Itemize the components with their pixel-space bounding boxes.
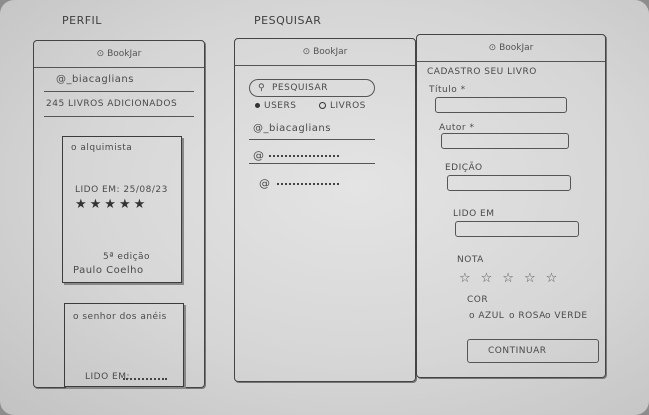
read-date-field[interactable] [455, 221, 579, 237]
app-header: ⊙ BookJar [34, 41, 204, 68]
jar-icon: ⊙ [302, 47, 314, 57]
continue-button[interactable]: CONTINUAR [467, 339, 599, 363]
filter-users[interactable]: USERS [255, 101, 296, 111]
rating-stars-input[interactable]: ☆☆☆☆☆ [459, 271, 567, 286]
rating-stars: ★★★★★ [75, 197, 149, 212]
register-screen: ⊙ BookJar CADASTRO SEU LIVRO Título * Au… [416, 34, 606, 378]
edition-field[interactable] [447, 175, 571, 191]
author-label: Autor * [439, 123, 475, 133]
jar-icon: ⊙ [96, 49, 108, 59]
book-card[interactable]: o senhor dos anéis LIDO EM: [64, 303, 184, 387]
divider [44, 116, 194, 117]
color-option-verde[interactable]: o VERDE [545, 311, 588, 321]
brand-logo: ⊙ BookJar [302, 47, 348, 57]
search-result-item[interactable]: @_biacaglians [253, 123, 331, 134]
book-author: Paulo Coelho [73, 265, 144, 276]
profile-screen: ⊙ BookJar @_biacaglians 245 LIVROS ADICI… [33, 40, 205, 388]
divider [249, 139, 375, 140]
book-title: o alquimista [71, 143, 133, 153]
book-card[interactable]: o alquimista LIDO EM: 25/08/23 ★★★★★ 5ª … [62, 136, 182, 283]
rating-label: NOTA [457, 255, 484, 265]
search-placeholder: PESQUISAR [272, 83, 328, 93]
search-input[interactable]: ⚲ PESQUISAR [249, 79, 375, 97]
brand-logo: ⊙ BookJar [96, 49, 142, 59]
color-label: COR [467, 295, 489, 305]
search-result-item[interactable]: @ [259, 177, 271, 190]
title-field[interactable] [435, 97, 567, 113]
app-header: ⊙ BookJar [235, 39, 415, 66]
author-field[interactable] [441, 133, 569, 149]
book-title: o senhor dos anéis [73, 312, 167, 322]
filter-books[interactable]: LIVROS [319, 101, 366, 111]
result-scribble [277, 177, 339, 185]
brand-logo: ⊙ BookJar [488, 43, 534, 53]
books-count: 245 LIVROS ADICIONADOS [46, 99, 178, 109]
result-scribble [269, 149, 339, 157]
sketch-paper: PERFIL PESQUISAR ⊙ BookJar @_biacaglians… [0, 0, 649, 415]
app-header: ⊙ BookJar [417, 35, 605, 62]
radio-selected-icon [255, 103, 260, 108]
search-screen: ⊙ BookJar ⚲ PESQUISAR USERS LIVROS @_bia… [234, 38, 416, 382]
section-title-perfil: PERFIL [62, 14, 102, 27]
search-result-item[interactable]: @ [253, 149, 265, 162]
profile-handle: @_biacaglians [56, 74, 134, 85]
jar-icon: ⊙ [488, 43, 500, 53]
divider [44, 91, 194, 92]
continue-label: CONTINUAR [488, 346, 547, 356]
color-option-rosa[interactable]: o ROSA [509, 311, 546, 321]
radio-empty-icon [319, 102, 326, 109]
read-date: LIDO EM: 25/08/23 [75, 185, 168, 195]
read-date-label: LIDO EM [453, 209, 495, 219]
search-icon: ⚲ [258, 83, 266, 93]
book-edition: 5ª edição [103, 252, 151, 262]
color-option-azul[interactable]: o AZUL [469, 311, 504, 321]
title-label: Título * [429, 85, 466, 95]
divider [249, 163, 375, 164]
section-title-pesquisar: PESQUISAR [254, 14, 322, 27]
form-heading: CADASTRO SEU LIVRO [427, 67, 537, 77]
read-date-scribble [123, 372, 167, 380]
edition-label: EDIÇÃO [445, 163, 483, 173]
